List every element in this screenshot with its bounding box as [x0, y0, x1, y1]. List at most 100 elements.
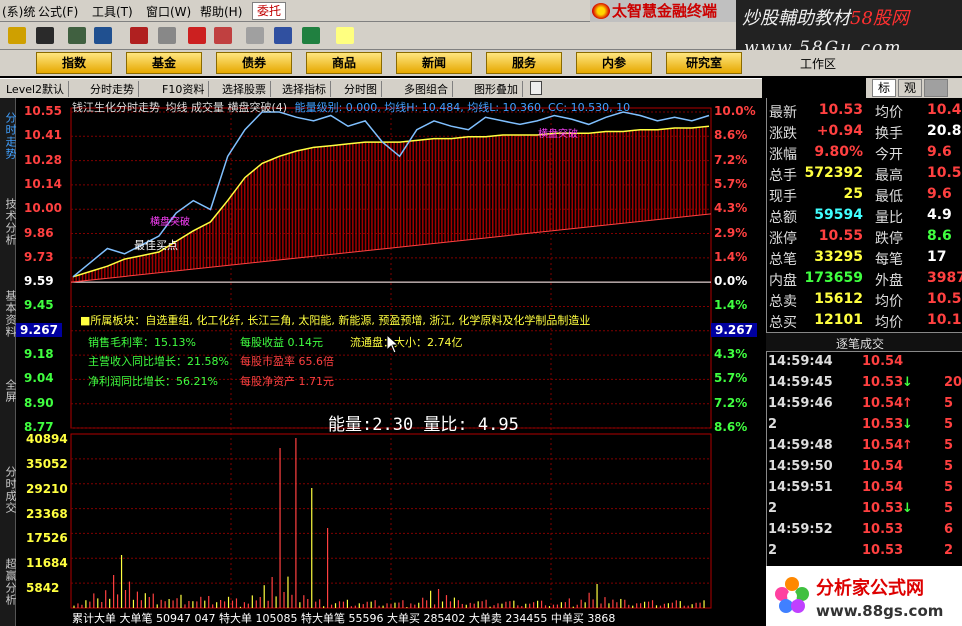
sector-line: ■所属板块：自选重组, 化工化纤, 长江三角, 太阳能, 新能源, 预盈预增, … [80, 314, 591, 327]
tick-volume: 2 [944, 543, 954, 558]
weituo-button[interactable]: 委托 [252, 2, 286, 20]
quote-label2: 每笔 [875, 252, 903, 268]
menu-help[interactable]: 帮助(H) [200, 3, 242, 20]
tab-guan[interactable]: 观 [898, 79, 922, 97]
table-icon[interactable] [274, 27, 292, 44]
books-icon[interactable] [302, 27, 320, 44]
watermark-bottom: 分析家公式网 www.88gs.com [766, 566, 962, 626]
tab-intraday[interactable]: 分时走势 [90, 81, 139, 97]
quote-value: 25 [843, 186, 863, 202]
help-pointer-icon[interactable] [336, 27, 354, 44]
calc-icon[interactable] [8, 27, 26, 44]
quote-value2: 10.4 [927, 102, 962, 118]
tab-multi-chart[interactable]: 多图组合 [404, 81, 453, 97]
quote-value: 10.53 [818, 102, 863, 118]
quote-value: 9.80% [814, 144, 863, 160]
tab-f10[interactable]: F10资料 [162, 81, 210, 97]
side-tab-superwin[interactable]: 超赢分析 [0, 554, 17, 610]
nav-index[interactable]: 指数 [36, 52, 112, 74]
quote-value: 10.55 [818, 228, 863, 244]
quote-value2: 17 [927, 249, 947, 265]
nav-research[interactable]: 研究室 [666, 52, 742, 74]
tick-time: 14:59:44 [768, 354, 833, 369]
quote-value: 33295 [814, 249, 863, 265]
quote-value2: 9.6 [927, 186, 952, 202]
breakout-label-1: 横盘突破 [150, 217, 190, 228]
pe-ratio: 每股市盈率 65.6倍 [240, 355, 334, 368]
diamond-icon[interactable] [158, 27, 176, 44]
side-tab-technical[interactable]: 技术分析 [0, 192, 17, 252]
y-tick-left: 10.14 [24, 176, 62, 191]
nav-commodity[interactable]: 商品 [306, 52, 382, 74]
tick-arrow-icon: ↓ [902, 417, 913, 432]
indicator-values: 能量级别: 0.000, 均线H: 10.484, 均线L: 10.360, C… [294, 101, 631, 114]
tick-price: 10.53 [862, 417, 904, 432]
tick-price: 10.53 [862, 522, 904, 537]
menu-formula[interactable]: 公式(F) [38, 3, 78, 20]
tick-time: 14:59:45 [768, 375, 833, 390]
volume-stats-bar: 累计大单 大单笔 50947 047 特大单 105085 特大单笔 55596… [72, 612, 616, 625]
eps: 每股收益 0.14元 [240, 336, 323, 349]
tick-volume: 5 [944, 501, 954, 516]
float-cap: 流通盘：大小：2.74亿 [350, 336, 463, 349]
mouse-cursor-icon [386, 334, 400, 354]
tick-time: 14:59:51 [768, 480, 833, 495]
lock-icon[interactable] [530, 81, 542, 95]
nav-insider[interactable]: 内参 [576, 52, 652, 74]
sector-value: 自选重组, 化工化纤, 长江三角, 太阳能, 新能源, 预盈预增, 浙江, 化学… [145, 314, 591, 327]
side-tab-trades[interactable]: 分时成交 [0, 462, 17, 518]
tab-select-stock[interactable]: 选择股票 [222, 81, 271, 97]
volume-tick: 40894 [26, 432, 68, 446]
flag-icon[interactable] [130, 27, 148, 44]
right-tabs: 标 观 [866, 78, 962, 98]
work-area-label[interactable]: 工作区 [800, 55, 836, 72]
search-icon[interactable] [94, 27, 112, 44]
side-tab-intraday[interactable]: 分时走势 [0, 102, 17, 170]
tab-select-indicator[interactable]: 选择指标 [282, 81, 331, 97]
nav-service[interactable]: 服务 [486, 52, 562, 74]
tab-biao[interactable]: 标 [872, 79, 896, 97]
quote-label2: 均价 [875, 315, 903, 331]
tick-volume: 5 [944, 438, 954, 453]
nav-fund[interactable]: 基金 [126, 52, 202, 74]
tab-intraday-chart[interactable]: 分时图 [344, 81, 382, 97]
y-tick-right: 8.6% [714, 420, 748, 434]
tick-time: 14:59:46 [768, 396, 833, 411]
y-tick-right: 1.4% [714, 298, 748, 313]
quote-value: 572392 [804, 165, 863, 181]
tab-level2[interactable]: Level2默认 [6, 81, 70, 97]
tick-volume: 5 [944, 396, 954, 411]
binoculars-icon[interactable] [68, 27, 86, 44]
side-tab-fundamentals[interactable]: 基本资料 [0, 284, 17, 344]
quote-row: 总额 59594 量比 4.9 [767, 207, 962, 228]
nav-news[interactable]: 新闻 [396, 52, 472, 74]
chart-title-bar: 钱江生化分时走势 均线 成交量 横盘突破(4) 能量级别: 0.000, 均线H… [72, 99, 630, 115]
nav-bond[interactable]: 债券 [216, 52, 292, 74]
menu-system[interactable]: (系)统 [2, 3, 35, 20]
tick-volume: 5 [944, 417, 954, 432]
menu-tools[interactable]: 工具(T) [92, 3, 133, 20]
tick-price: 10.54 [862, 480, 904, 495]
tick-price: 10.54 [862, 459, 904, 474]
f10-icon[interactable] [188, 27, 206, 44]
y-tick-right: 10.0% [714, 104, 756, 118]
best-buy-label: 最佳买点 [134, 239, 178, 252]
flower-logo-icon [775, 577, 809, 613]
f-icon[interactable] [214, 27, 232, 44]
side-tab-fullscreen[interactable]: 全屏 [0, 374, 17, 408]
quote-value2: 8.6 [927, 228, 952, 244]
quote-label2: 量比 [875, 210, 903, 226]
tab-overlay[interactable]: 图形叠加 [474, 81, 523, 97]
window-icon[interactable] [246, 27, 264, 44]
quote-label2: 换手 [875, 126, 903, 142]
menu-window[interactable]: 窗口(W) [146, 3, 191, 20]
window-control-icon[interactable] [924, 79, 948, 97]
quote-row: 最新 10.53 均价 10.4 [767, 102, 962, 123]
y-tick-right: 9.267 [711, 322, 757, 337]
profit-growth: 净利润同比增长：56.21% [88, 375, 218, 388]
tick-volume: 5 [944, 459, 954, 474]
y-tick-left: 10.00 [24, 201, 62, 216]
grid-icon[interactable] [36, 27, 54, 44]
volume-tick: 23368 [26, 506, 68, 521]
y-tick-left: 10.28 [24, 152, 62, 167]
